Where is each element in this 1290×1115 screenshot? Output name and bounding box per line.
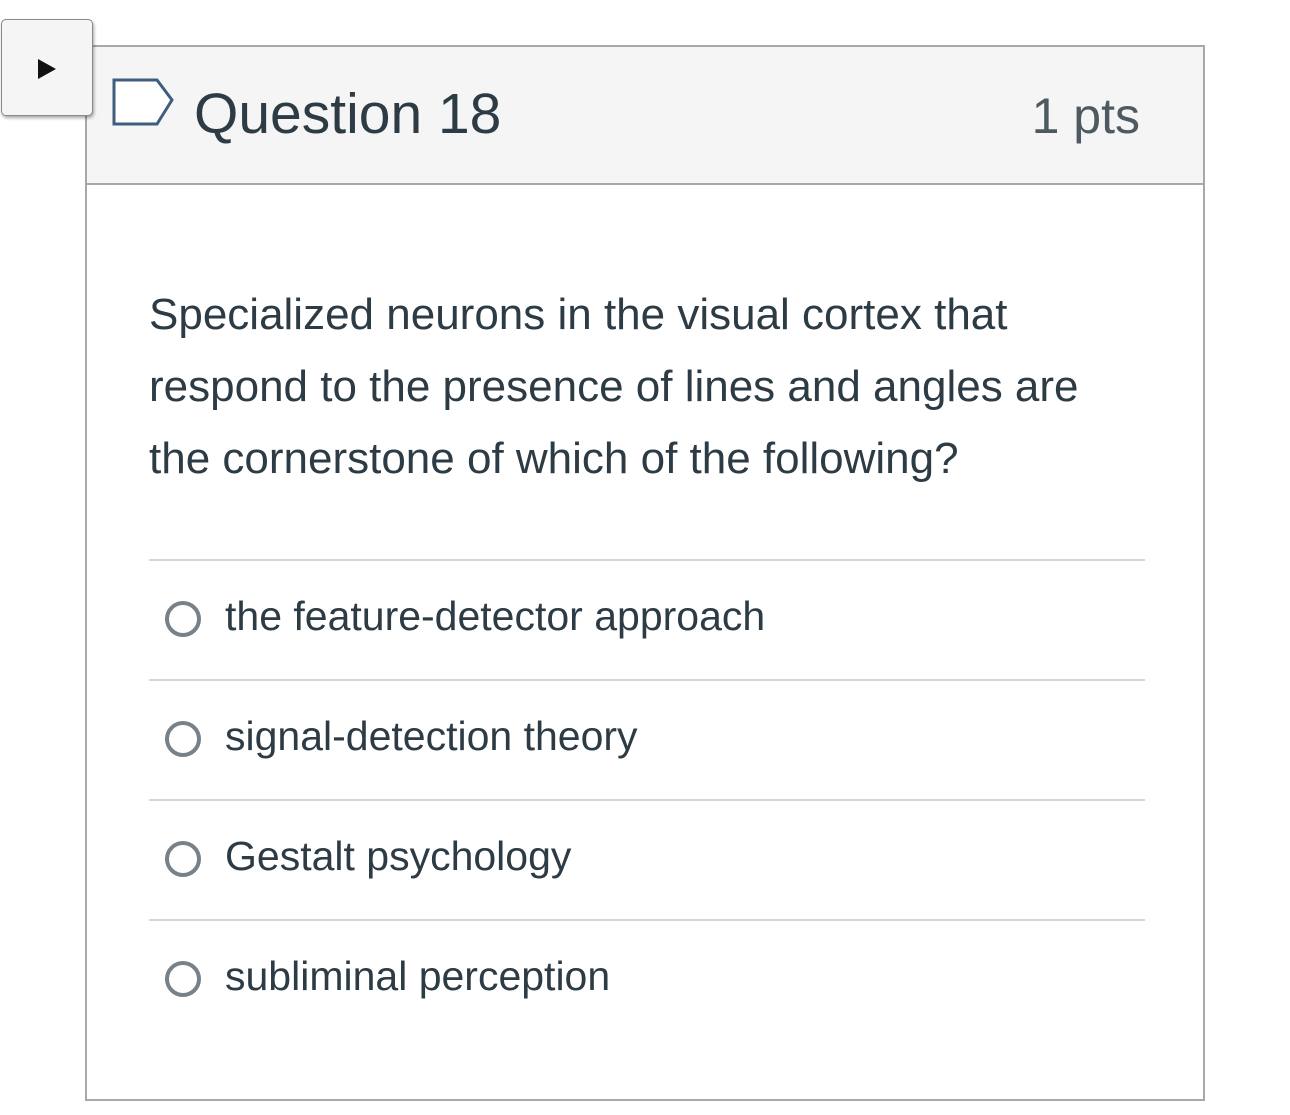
- answer-list: the feature-detector approach signal-det…: [149, 559, 1145, 1039]
- question-card: Question 18 1 pts Specialized neurons in…: [85, 45, 1205, 1101]
- play-triangle-icon: [38, 59, 56, 79]
- radio-button[interactable]: [165, 841, 201, 877]
- radio-button[interactable]: [165, 721, 201, 757]
- toggle-question-button[interactable]: [1, 19, 93, 116]
- flag-outline-icon[interactable]: [112, 77, 174, 129]
- answer-label[interactable]: the feature-detector approach: [225, 591, 765, 641]
- answer-label[interactable]: signal-detection theory: [225, 711, 638, 761]
- answer-option[interactable]: the feature-detector approach: [149, 561, 1145, 679]
- answer-option[interactable]: signal-detection theory: [149, 681, 1145, 799]
- question-points: 1 pts: [1031, 88, 1140, 144]
- radio-button[interactable]: [165, 961, 201, 997]
- answer-option[interactable]: Gestalt psychology: [149, 801, 1145, 919]
- answer-label[interactable]: Gestalt psychology: [225, 831, 571, 881]
- question-title: Question 18: [194, 82, 502, 146]
- radio-button[interactable]: [165, 601, 201, 637]
- question-text: Specialized neurons in the visual cortex…: [149, 290, 1079, 483]
- answer-label[interactable]: subliminal perception: [225, 951, 610, 1001]
- answer-option[interactable]: subliminal perception: [149, 921, 1145, 1039]
- question-header: Question 18 1 pts: [87, 47, 1203, 185]
